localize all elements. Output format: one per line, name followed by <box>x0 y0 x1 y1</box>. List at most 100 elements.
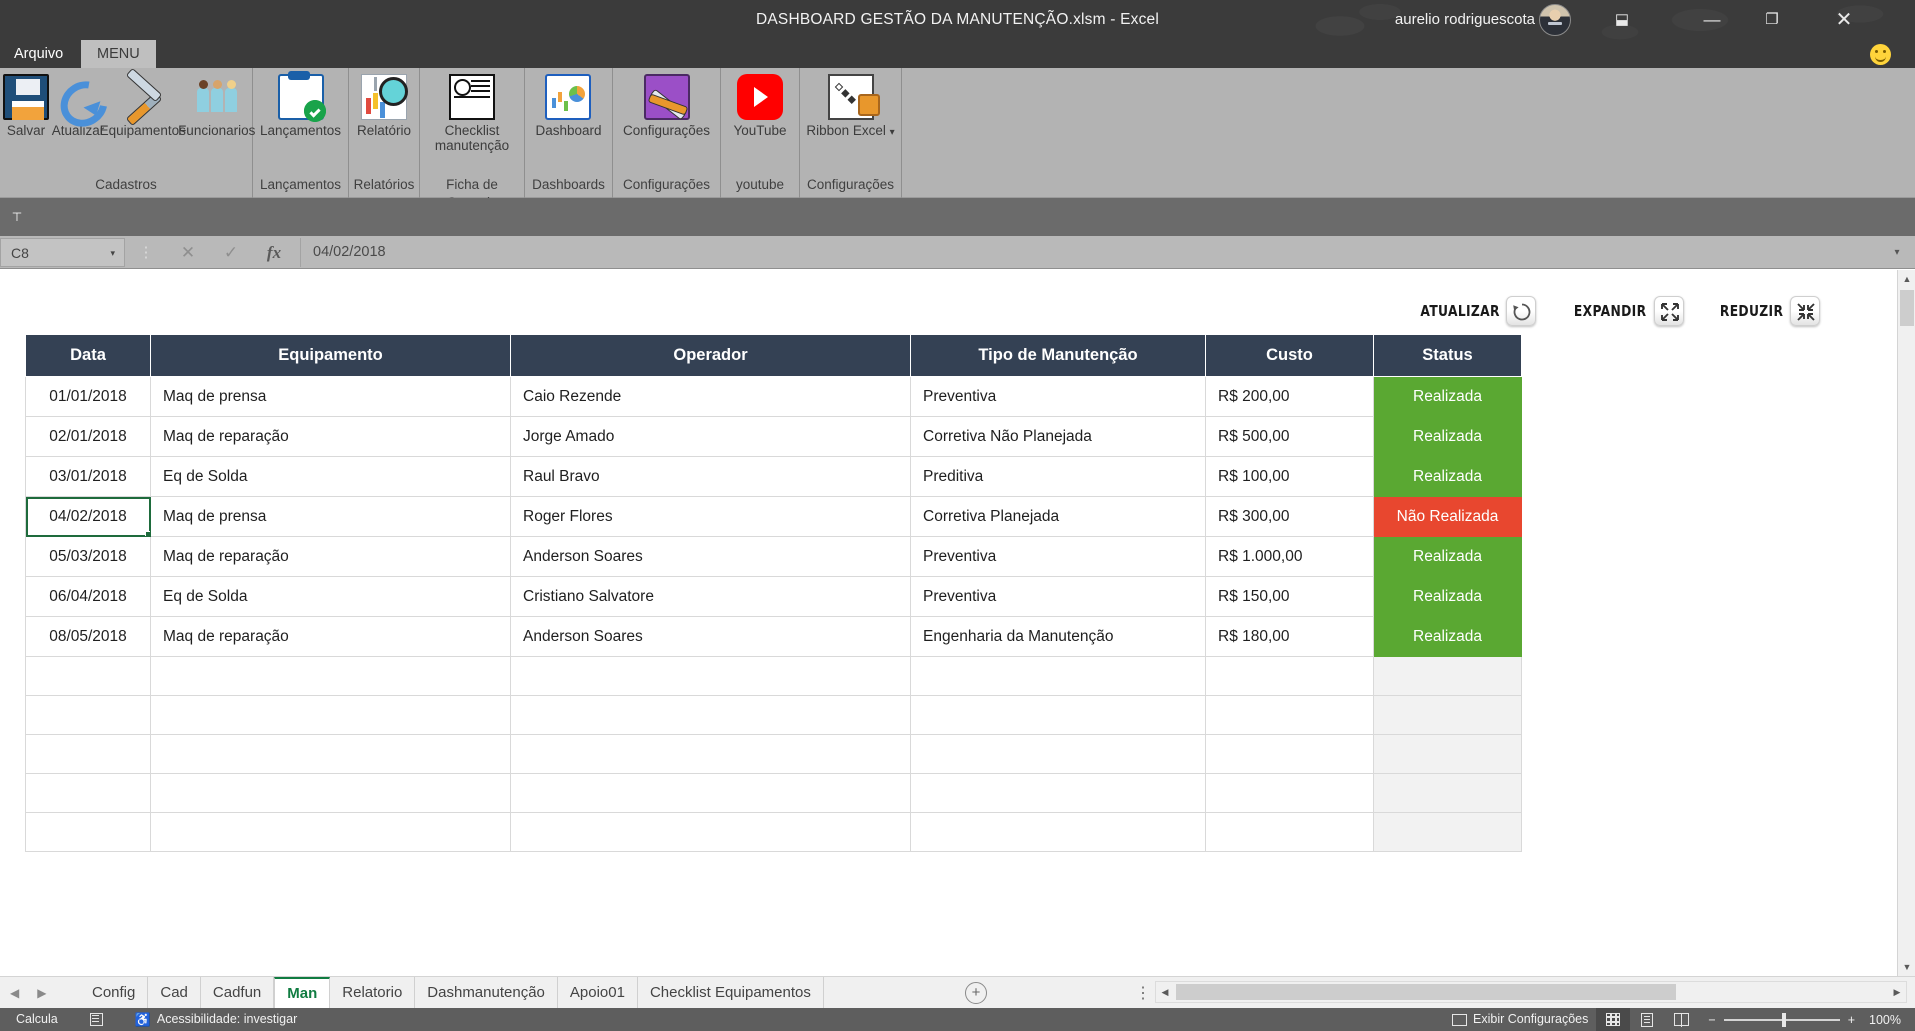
cell-operador[interactable] <box>510 773 911 813</box>
cell-operador[interactable] <box>510 695 911 735</box>
tab-split-handle-icon[interactable]: ⋮ <box>1135 983 1152 1003</box>
formula-input[interactable]: 04/02/2018 <box>300 238 1879 267</box>
reduzir-button[interactable]: REDUZIR <box>1706 296 1820 326</box>
horizontal-scroll-thumb[interactable] <box>1176 984 1676 1000</box>
cell-tipo[interactable]: Preventiva <box>910 376 1206 417</box>
ribbon-button-lancamentos[interactable]: Lançamentos <box>254 71 347 138</box>
cell-tipo[interactable] <box>910 812 1206 852</box>
cell-equipamento[interactable] <box>150 734 511 774</box>
cell-operador[interactable]: Jorge Amado <box>510 416 911 457</box>
cell-tipo[interactable]: Preditiva <box>910 456 1206 497</box>
zoom-slider[interactable]: − + <box>1698 1012 1865 1027</box>
column-header-tipo[interactable]: Tipo de Manutenção <box>910 334 1206 377</box>
add-sheet-button[interactable]: + <box>965 982 987 1004</box>
cell-operador[interactable]: Caio Rezende <box>510 376 911 417</box>
cell-status[interactable] <box>1373 656 1522 696</box>
cell-data[interactable]: 01/01/2018 <box>25 376 151 417</box>
scroll-left-icon[interactable]: ◀ <box>1156 982 1174 1002</box>
ribbon-button-youtube[interactable]: YouTube <box>727 74 792 138</box>
ribbon-button-equipamentos[interactable]: Equipamentos <box>100 74 186 138</box>
smiley-feedback-icon[interactable] <box>1870 44 1891 65</box>
cell-equipamento[interactable]: Maq de reparação <box>150 416 511 457</box>
cell-status[interactable] <box>1373 773 1522 813</box>
cell-equipamento[interactable]: Maq de prensa <box>150 376 511 417</box>
cell-operador[interactable]: Anderson Soares <box>510 536 911 577</box>
cell-equipamento[interactable]: Maq de reparação <box>150 536 511 577</box>
page-layout-view-icon[interactable] <box>1630 1008 1664 1031</box>
cell-tipo[interactable] <box>910 656 1206 696</box>
horizontal-scrollbar[interactable]: ◀ ▶ <box>1155 981 1907 1003</box>
cell-operador[interactable] <box>510 656 911 696</box>
cell-custo[interactable]: R$ 500,00 <box>1205 416 1374 457</box>
display-settings-button[interactable]: Exibir Configurações <box>1444 1008 1596 1031</box>
cell-equipamento[interactable] <box>150 773 511 813</box>
status-badge[interactable]: Realizada <box>1373 616 1522 657</box>
cell-tipo[interactable] <box>910 695 1206 735</box>
cell-equipamento[interactable]: Eq de Solda <box>150 456 511 497</box>
ribbon-button-relatorio[interactable]: Relatório <box>351 74 417 138</box>
cell-equipamento[interactable]: Maq de prensa <box>150 496 511 537</box>
cell-status[interactable] <box>1373 812 1522 852</box>
cell-custo[interactable]: R$ 150,00 <box>1205 576 1374 617</box>
sheet-tab-dashmanutenção[interactable]: Dashmanutenção <box>415 977 558 1009</box>
cell-custo[interactable]: R$ 1.000,00 <box>1205 536 1374 577</box>
cell-equipamento[interactable] <box>150 695 511 735</box>
ribbon-button-configuracoes[interactable]: Configurações <box>617 74 716 138</box>
cell-status[interactable] <box>1373 734 1522 774</box>
cell-custo[interactable]: R$ 300,00 <box>1205 496 1374 537</box>
cell-custo[interactable] <box>1205 773 1374 813</box>
cell-data[interactable]: 05/03/2018 <box>25 536 151 577</box>
cell-tipo[interactable]: Corretiva Planejada <box>910 496 1206 537</box>
page-break-view-icon[interactable] <box>1664 1008 1698 1031</box>
vertical-scroll-thumb[interactable] <box>1900 290 1914 326</box>
pin-ribbon-icon[interactable]: ⊤ <box>10 211 24 223</box>
expand-formula-bar-icon[interactable]: ▾ <box>1883 238 1911 267</box>
avatar[interactable] <box>1539 4 1571 36</box>
column-header-data[interactable]: Data <box>25 334 151 377</box>
accessibility-status[interactable]: ♿ Acessibilidade: investigar <box>127 1008 306 1031</box>
column-header-operador[interactable]: Operador <box>510 334 911 377</box>
cell-custo[interactable]: R$ 100,00 <box>1205 456 1374 497</box>
cell-custo[interactable]: R$ 200,00 <box>1205 376 1374 417</box>
cell-tipo[interactable]: Preventiva <box>910 536 1206 577</box>
next-sheet-icon[interactable]: ▶ <box>37 986 46 1000</box>
ribbon-button-checklist-manutencao[interactable]: Checklist manutenção <box>420 74 524 153</box>
cell-custo[interactable]: R$ 180,00 <box>1205 616 1374 657</box>
ribbon-button-ribbon-excel[interactable]: Ribbon Excel ▾ <box>800 74 900 140</box>
cell-operador[interactable]: Cristiano Salvatore <box>510 576 911 617</box>
status-badge[interactable]: Realizada <box>1373 376 1522 417</box>
cell-operador[interactable]: Raul Bravo <box>510 456 911 497</box>
previous-sheet-icon[interactable]: ◀ <box>10 986 19 1000</box>
minimize-button[interactable]: — <box>1689 0 1735 40</box>
cell-data[interactable] <box>25 695 151 735</box>
scroll-up-icon[interactable]: ▲ <box>1898 270 1915 288</box>
expandir-button[interactable]: EXPANDIR <box>1558 296 1684 326</box>
cell-data[interactable] <box>25 812 151 852</box>
zoom-out-button[interactable]: − <box>1708 1013 1715 1027</box>
cell-custo[interactable] <box>1205 656 1374 696</box>
cell-data[interactable]: 03/01/2018 <box>25 456 151 497</box>
vertical-dots-icon[interactable]: ⋮ <box>135 238 157 267</box>
tab-menu[interactable]: MENU <box>81 40 156 68</box>
sheet-tab-config[interactable]: Config <box>80 977 149 1009</box>
column-header-status[interactable]: Status <box>1373 334 1522 377</box>
macro-record-icon[interactable] <box>82 1008 111 1031</box>
insert-function-icon[interactable]: fx <box>254 238 294 267</box>
status-badge[interactable]: Realizada <box>1373 576 1522 617</box>
sheet-tab-checklist-equipamentos[interactable]: Checklist Equipamentos <box>638 977 824 1009</box>
ribbon-button-atualizar[interactable]: Atualizar <box>52 74 105 138</box>
sheet-tab-relatorio[interactable]: Relatorio <box>330 977 416 1009</box>
cell-operador[interactable]: Anderson Soares <box>510 616 911 657</box>
cell-operador[interactable]: Roger Flores <box>510 496 911 537</box>
sheet-tab-cadfun[interactable]: Cadfun <box>201 977 275 1009</box>
sheet-tab-apoio01[interactable]: Apoio01 <box>558 977 638 1009</box>
cell-equipamento[interactable] <box>150 656 511 696</box>
normal-view-icon[interactable] <box>1596 1008 1631 1031</box>
status-badge[interactable]: Realizada <box>1373 536 1522 577</box>
status-badge[interactable]: Realizada <box>1373 456 1522 497</box>
cell-data[interactable]: 02/01/2018 <box>25 416 151 457</box>
enter-formula-button[interactable]: ✓ <box>211 238 251 267</box>
cell-tipo[interactable]: Corretiva Não Planejada <box>910 416 1206 457</box>
zoom-track[interactable] <box>1723 1012 1840 1027</box>
cell-data[interactable]: 04/02/2018 <box>25 496 151 537</box>
